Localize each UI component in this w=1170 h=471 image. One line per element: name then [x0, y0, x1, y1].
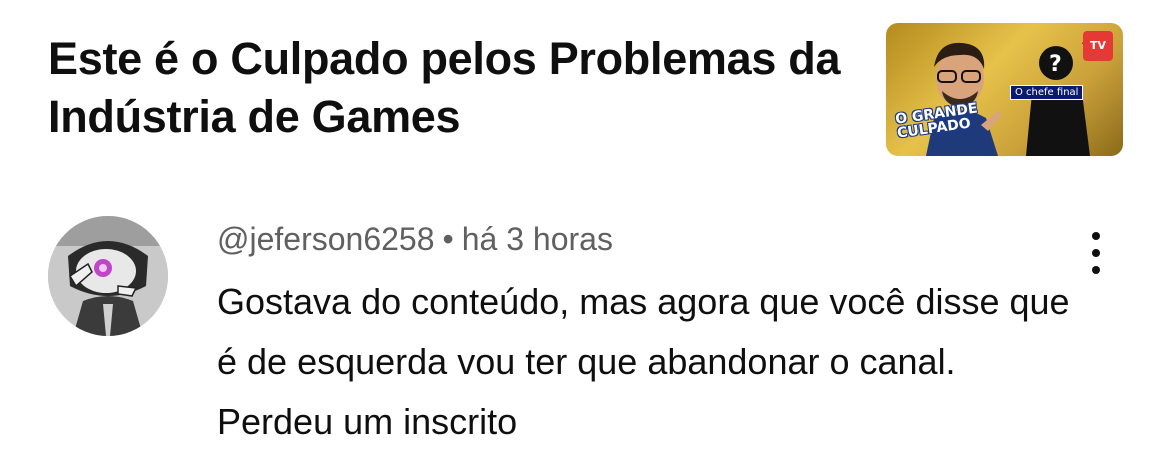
kebab-dot [1092, 249, 1100, 257]
comment-meta: @jeferson6258 • há 3 horas [217, 221, 613, 258]
thumbnail-tag: O chefe final [1010, 85, 1084, 100]
more-vertical-icon[interactable] [1082, 232, 1110, 274]
comment-text: Gostava do conteúdo, mas agora que você … [217, 281, 1070, 442]
meta-separator: • [442, 221, 454, 257]
comment-time: há 3 horas [461, 221, 613, 257]
channel-badge: TV [1083, 31, 1113, 61]
video-title[interactable]: Este é o Culpado pelos Problemas da Indú… [48, 30, 848, 146]
kebab-dot [1092, 266, 1100, 274]
kebab-dot [1092, 232, 1100, 240]
avatar-image [48, 216, 168, 336]
user-avatar[interactable] [48, 216, 168, 336]
video-thumbnail[interactable]: ? TV O chefe final O GRANDE CULPADO [886, 23, 1123, 156]
comment-author[interactable]: @jeferson6258 [217, 221, 435, 257]
svg-text:?: ? [1049, 52, 1062, 77]
